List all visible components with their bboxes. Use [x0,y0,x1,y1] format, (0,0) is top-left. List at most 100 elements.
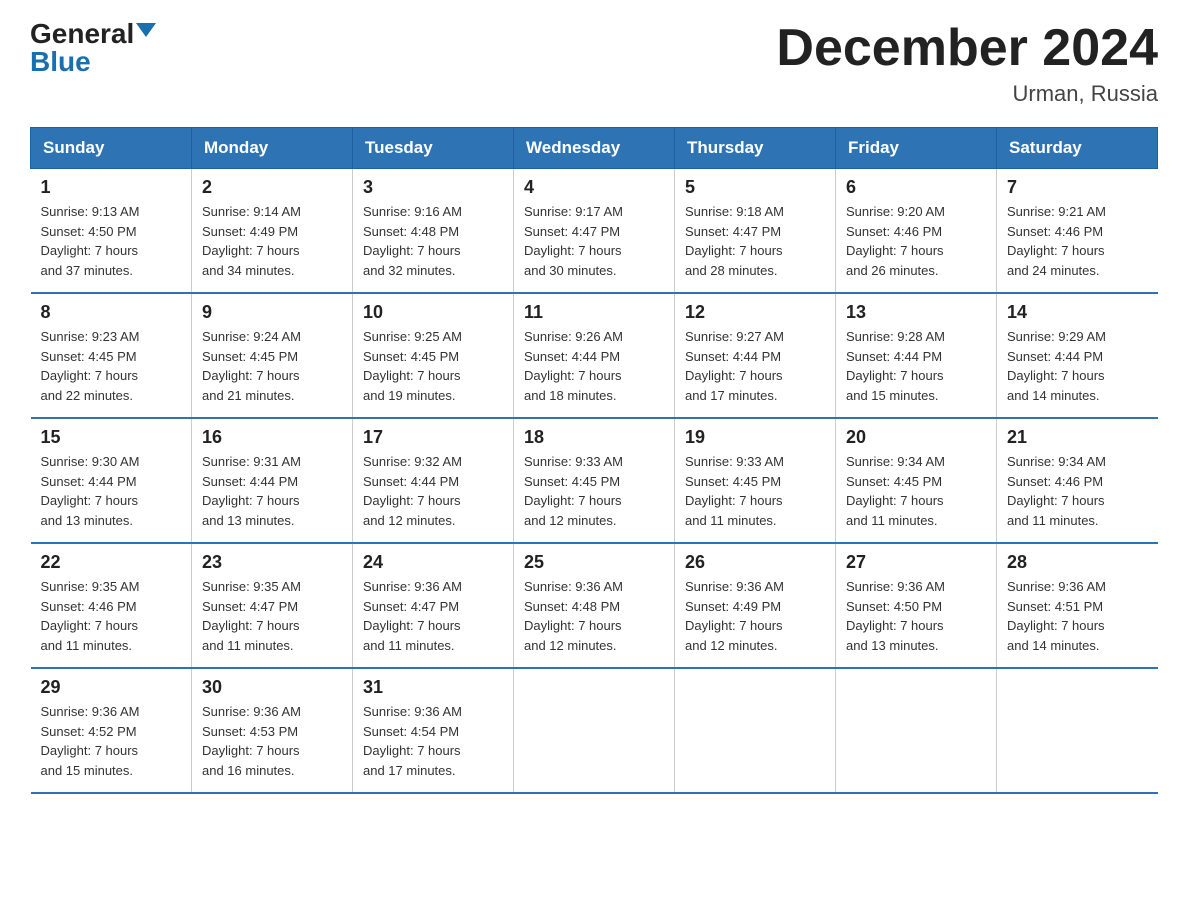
day-number: 16 [202,427,342,448]
calendar-day-cell: 11Sunrise: 9:26 AM Sunset: 4:44 PM Dayli… [514,293,675,418]
calendar-day-cell: 18 Sunrise: 9:33 AM Sunset: 4:45 PM Dayli… [514,418,675,543]
calendar-day-cell: 25 Sunrise: 9:36 AM Sunset: 4:48 PM Dayli… [514,543,675,668]
day-number: 22 [41,552,182,573]
day-info: Sunrise: 9:24 AM Sunset: 4:45 PM Dayligh… [202,327,342,405]
calendar-day-cell: 14 Sunrise: 9:29 AM Sunset: 4:44 PM Dayli… [997,293,1158,418]
calendar-day-cell: 13 Sunrise: 9:28 AM Sunset: 4:44 PM Dayli… [836,293,997,418]
day-number: 23 [202,552,342,573]
weekday-header-thursday: Thursday [675,128,836,169]
day-number: 7 [1007,177,1148,198]
day-number: 25 [524,552,664,573]
day-number: 14 [1007,302,1148,323]
day-info: Sunrise: 9:25 AM Sunset: 4:45 PM Dayligh… [363,327,503,405]
weekday-header-row: SundayMondayTuesdayWednesdayThursdayFrid… [31,128,1158,169]
calendar-day-cell [675,668,836,793]
calendar-day-cell: 15 Sunrise: 9:30 AM Sunset: 4:44 PM Dayli… [31,418,192,543]
calendar-day-cell: 20Sunrise: 9:34 AM Sunset: 4:45 PM Dayli… [836,418,997,543]
calendar-day-cell: 12Sunrise: 9:27 AM Sunset: 4:44 PM Dayli… [675,293,836,418]
calendar-day-cell: 21 Sunrise: 9:34 AM Sunset: 4:46 PM Dayli… [997,418,1158,543]
day-number: 29 [41,677,182,698]
day-info: Sunrise: 9:34 AM Sunset: 4:46 PM Dayligh… [1007,452,1148,530]
day-number: 21 [1007,427,1148,448]
day-info: Sunrise: 9:17 AM Sunset: 4:47 PM Dayligh… [524,202,664,280]
day-info: Sunrise: 9:34 AM Sunset: 4:45 PM Dayligh… [846,452,986,530]
logo: General Blue [30,20,156,76]
day-number: 18 [524,427,664,448]
calendar-day-cell: 17 Sunrise: 9:32 AM Sunset: 4:44 PM Dayli… [353,418,514,543]
day-info: Sunrise: 9:33 AM Sunset: 4:45 PM Dayligh… [524,452,664,530]
calendar-day-cell: 27Sunrise: 9:36 AM Sunset: 4:50 PM Dayli… [836,543,997,668]
calendar-day-cell: 9 Sunrise: 9:24 AM Sunset: 4:45 PM Daylig… [192,293,353,418]
day-info: Sunrise: 9:36 AM Sunset: 4:53 PM Dayligh… [202,702,342,780]
weekday-header-tuesday: Tuesday [353,128,514,169]
day-number: 12 [685,302,825,323]
calendar-day-cell: 24Sunrise: 9:36 AM Sunset: 4:47 PM Dayli… [353,543,514,668]
logo-blue-text: Blue [30,48,156,76]
calendar-day-cell: 4 Sunrise: 9:17 AM Sunset: 4:47 PM Daylig… [514,169,675,294]
day-info: Sunrise: 9:29 AM Sunset: 4:44 PM Dayligh… [1007,327,1148,405]
weekday-header-sunday: Sunday [31,128,192,169]
calendar-week-row: 15 Sunrise: 9:30 AM Sunset: 4:44 PM Dayli… [31,418,1158,543]
day-number: 1 [41,177,182,198]
day-info: Sunrise: 9:36 AM Sunset: 4:50 PM Dayligh… [846,577,986,655]
calendar-day-cell: 29 Sunrise: 9:36 AM Sunset: 4:52 PM Dayli… [31,668,192,793]
logo-general-text: General [30,20,134,48]
calendar-week-row: 29 Sunrise: 9:36 AM Sunset: 4:52 PM Dayli… [31,668,1158,793]
calendar-day-cell: 26Sunrise: 9:36 AM Sunset: 4:49 PM Dayli… [675,543,836,668]
calendar-week-row: 1Sunrise: 9:13 AM Sunset: 4:50 PM Daylig… [31,169,1158,294]
day-info: Sunrise: 9:36 AM Sunset: 4:48 PM Dayligh… [524,577,664,655]
calendar-day-cell [836,668,997,793]
day-number: 6 [846,177,986,198]
calendar-day-cell [997,668,1158,793]
day-number: 31 [363,677,503,698]
day-info: Sunrise: 9:18 AM Sunset: 4:47 PM Dayligh… [685,202,825,280]
day-info: Sunrise: 9:36 AM Sunset: 4:52 PM Dayligh… [41,702,182,780]
day-info: Sunrise: 9:32 AM Sunset: 4:44 PM Dayligh… [363,452,503,530]
calendar-day-cell [514,668,675,793]
day-info: Sunrise: 9:36 AM Sunset: 4:54 PM Dayligh… [363,702,503,780]
weekday-header-monday: Monday [192,128,353,169]
day-info: Sunrise: 9:28 AM Sunset: 4:44 PM Dayligh… [846,327,986,405]
calendar-day-cell: 2 Sunrise: 9:14 AM Sunset: 4:49 PM Daylig… [192,169,353,294]
month-title: December 2024 [776,20,1158,77]
day-number: 17 [363,427,503,448]
calendar-day-cell: 31 Sunrise: 9:36 AM Sunset: 4:54 PM Dayli… [353,668,514,793]
day-number: 3 [363,177,503,198]
day-number: 4 [524,177,664,198]
location: Urman, Russia [776,81,1158,107]
day-info: Sunrise: 9:20 AM Sunset: 4:46 PM Dayligh… [846,202,986,280]
day-number: 5 [685,177,825,198]
day-number: 15 [41,427,182,448]
day-number: 28 [1007,552,1148,573]
weekday-header-saturday: Saturday [997,128,1158,169]
day-info: Sunrise: 9:35 AM Sunset: 4:46 PM Dayligh… [41,577,182,655]
day-info: Sunrise: 9:36 AM Sunset: 4:51 PM Dayligh… [1007,577,1148,655]
calendar-day-cell: 5 Sunrise: 9:18 AM Sunset: 4:47 PM Daylig… [675,169,836,294]
day-number: 13 [846,302,986,323]
day-number: 10 [363,302,503,323]
day-number: 24 [363,552,503,573]
title-block: December 2024 Urman, Russia [776,20,1158,107]
day-number: 30 [202,677,342,698]
calendar-week-row: 22 Sunrise: 9:35 AM Sunset: 4:46 PM Dayli… [31,543,1158,668]
calendar-day-cell: 8Sunrise: 9:23 AM Sunset: 4:45 PM Daylig… [31,293,192,418]
calendar-day-cell: 22 Sunrise: 9:35 AM Sunset: 4:46 PM Dayli… [31,543,192,668]
day-number: 11 [524,302,664,323]
day-info: Sunrise: 9:36 AM Sunset: 4:49 PM Dayligh… [685,577,825,655]
day-info: Sunrise: 9:23 AM Sunset: 4:45 PM Dayligh… [41,327,182,405]
calendar-day-cell: 16 Sunrise: 9:31 AM Sunset: 4:44 PM Dayli… [192,418,353,543]
calendar-day-cell: 23Sunrise: 9:35 AM Sunset: 4:47 PM Dayli… [192,543,353,668]
calendar-day-cell: 6 Sunrise: 9:20 AM Sunset: 4:46 PM Daylig… [836,169,997,294]
calendar-table: SundayMondayTuesdayWednesdayThursdayFrid… [30,127,1158,794]
calendar-day-cell: 7Sunrise: 9:21 AM Sunset: 4:46 PM Daylig… [997,169,1158,294]
day-number: 9 [202,302,342,323]
day-info: Sunrise: 9:30 AM Sunset: 4:44 PM Dayligh… [41,452,182,530]
day-info: Sunrise: 9:31 AM Sunset: 4:44 PM Dayligh… [202,452,342,530]
day-number: 19 [685,427,825,448]
day-number: 2 [202,177,342,198]
calendar-day-cell: 19Sunrise: 9:33 AM Sunset: 4:45 PM Dayli… [675,418,836,543]
calendar-day-cell: 10 Sunrise: 9:25 AM Sunset: 4:45 PM Dayli… [353,293,514,418]
weekday-header-friday: Friday [836,128,997,169]
day-info: Sunrise: 9:14 AM Sunset: 4:49 PM Dayligh… [202,202,342,280]
calendar-day-cell: 28 Sunrise: 9:36 AM Sunset: 4:51 PM Dayli… [997,543,1158,668]
